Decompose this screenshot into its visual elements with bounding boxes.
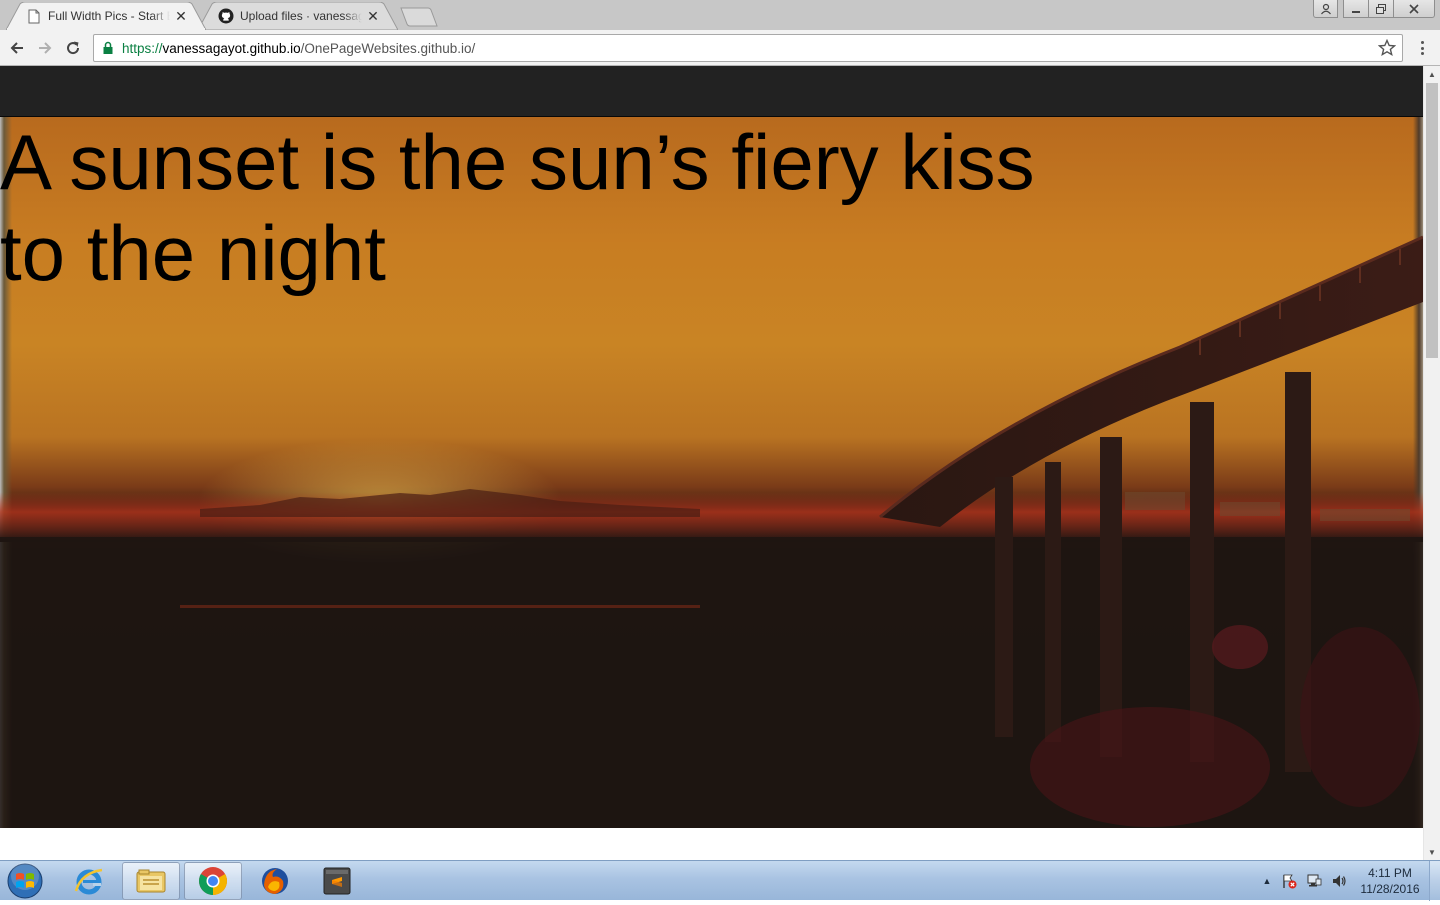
volume-icon[interactable] (1331, 873, 1347, 889)
show-desktop-button[interactable] (1429, 861, 1440, 901)
arrow-right-icon (39, 42, 52, 54)
taskbar-firefox[interactable] (246, 862, 304, 900)
taskbar-chrome[interactable] (184, 862, 242, 900)
reload-icon (67, 41, 80, 55)
scroll-down-button[interactable]: ▼ (1424, 844, 1440, 860)
tab-title: Full Width Pics - Start Bo (48, 9, 170, 23)
sunset-bridge-scene (0, 235, 1423, 828)
chrome-menu-button[interactable] (1413, 38, 1431, 58)
forward-button[interactable] (34, 37, 56, 59)
vertical-scrollbar[interactable]: ▲ ▼ (1423, 66, 1440, 860)
bookmark-star-icon[interactable] (1378, 39, 1396, 57)
clock-time: 4:11 PM (1368, 866, 1412, 880)
taskbar-file-explorer[interactable] (122, 862, 180, 900)
github-icon (218, 8, 234, 24)
address-bar[interactable]: https://vanessagayot.github.io/OnePageWe… (93, 34, 1403, 62)
network-icon[interactable] (1306, 873, 1322, 889)
taskbar-internet-explorer[interactable] (60, 862, 118, 900)
lock-icon (103, 41, 113, 54)
system-tray: ▲ (1255, 861, 1355, 901)
window-close-button[interactable] (1393, 0, 1435, 18)
close-icon (1409, 3, 1419, 14)
new-tab-button[interactable] (400, 7, 438, 27)
page-section-below-hero (0, 828, 1423, 860)
taskbar-sublime-text[interactable] (308, 862, 366, 900)
taskbar-clock[interactable]: 4:11 PM 11/28/2016 (1354, 865, 1426, 897)
show-hidden-icons-button[interactable]: ▲ (1259, 873, 1275, 889)
reload-button[interactable] (62, 37, 84, 59)
arrow-left-icon (10, 42, 23, 54)
user-icon (1320, 3, 1331, 14)
site-navbar (0, 66, 1423, 117)
tab-title: Upload files · vanessagay (240, 9, 362, 23)
tab-close-button[interactable]: ✕ (174, 9, 188, 23)
maximize-button[interactable] (1368, 0, 1394, 18)
tab-close-button[interactable]: ✕ (366, 9, 380, 23)
url-path: /OnePageWebsites.github.io/ (300, 40, 476, 56)
sublime-text-icon (323, 867, 351, 895)
browser-toolbar: https://vanessagayot.github.io/OnePageWe… (0, 30, 1440, 66)
minimize-button[interactable] (1343, 0, 1369, 18)
menu-dot (1420, 46, 1424, 50)
menu-dot (1420, 52, 1424, 55)
windows-logo-icon (7, 862, 43, 899)
tab-full-width-pics[interactable]: Full Width Pics - Start Bo ✕ (6, 2, 206, 30)
hero-image: A sunset is the sun’s fiery kiss to the … (0, 117, 1423, 828)
tab-upload-files[interactable]: Upload files · vanessagay ✕ (198, 2, 398, 30)
url-text[interactable]: https://vanessagayot.github.io/OnePageWe… (122, 41, 475, 56)
chrome-icon (199, 867, 227, 895)
page-viewport: A sunset is the sun’s fiery kiss to the … (0, 66, 1423, 860)
browser-tab-strip: Upload files · vanessagay ✕ Full Width P… (0, 0, 1440, 30)
scroll-thumb[interactable] (1426, 83, 1438, 358)
clock-date: 11/28/2016 (1360, 882, 1420, 896)
back-button[interactable] (6, 37, 28, 59)
file-explorer-icon (136, 869, 166, 893)
internet-explorer-icon (74, 868, 103, 895)
action-center-icon[interactable] (1281, 873, 1297, 889)
menu-dot (1420, 41, 1424, 44)
firefox-icon (262, 868, 288, 894)
scroll-up-button[interactable]: ▲ (1424, 66, 1440, 82)
page-icon (26, 8, 42, 24)
minimize-icon (1352, 10, 1360, 13)
url-scheme: https:// (122, 40, 163, 56)
windows-taskbar: ▲ 4:11 PM 11/28/2016 (0, 860, 1440, 901)
user-profile-button[interactable] (1313, 0, 1338, 18)
url-host: vanessagayot.github.io (162, 40, 301, 56)
start-button[interactable] (5, 862, 45, 900)
maximize-icon (1376, 3, 1386, 14)
